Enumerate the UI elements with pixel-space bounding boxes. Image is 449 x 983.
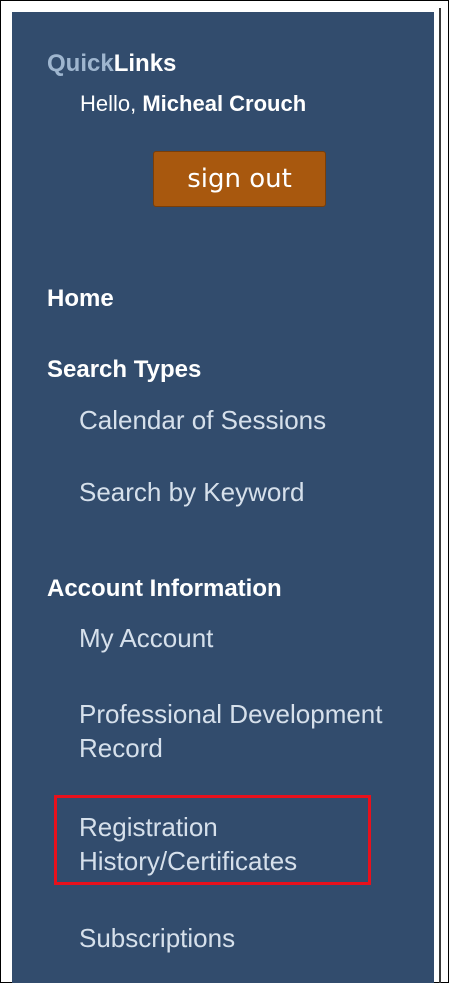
account-information-heading: Account Information <box>47 575 282 602</box>
annotation-highlight-box <box>54 795 371 885</box>
nav-item-my-account[interactable]: My Account <box>79 621 213 655</box>
greeting-prefix: Hello, <box>80 91 143 116</box>
sign-out-button[interactable]: sign out <box>153 151 326 207</box>
sidebar-divider <box>439 8 441 983</box>
quicklinks-title: QuickLinks <box>47 50 176 78</box>
user-name: Micheal Crouch <box>142 91 307 116</box>
quicklinks-title-links: Links <box>113 50 177 77</box>
nav-item-subscriptions[interactable]: Subscriptions <box>79 921 235 955</box>
nav-item-search-by-keyword[interactable]: Search by Keyword <box>79 475 304 509</box>
nav-item-professional-development-record[interactable]: Professional Development Record <box>79 697 399 765</box>
quicklinks-title-quick: Quick <box>47 50 114 77</box>
user-greeting: Hello, Micheal Crouch <box>80 91 306 117</box>
nav-home-link[interactable]: Home <box>47 285 114 313</box>
nav-item-calendar-of-sessions[interactable]: Calendar of Sessions <box>79 403 326 437</box>
search-types-heading: Search Types <box>47 356 202 383</box>
